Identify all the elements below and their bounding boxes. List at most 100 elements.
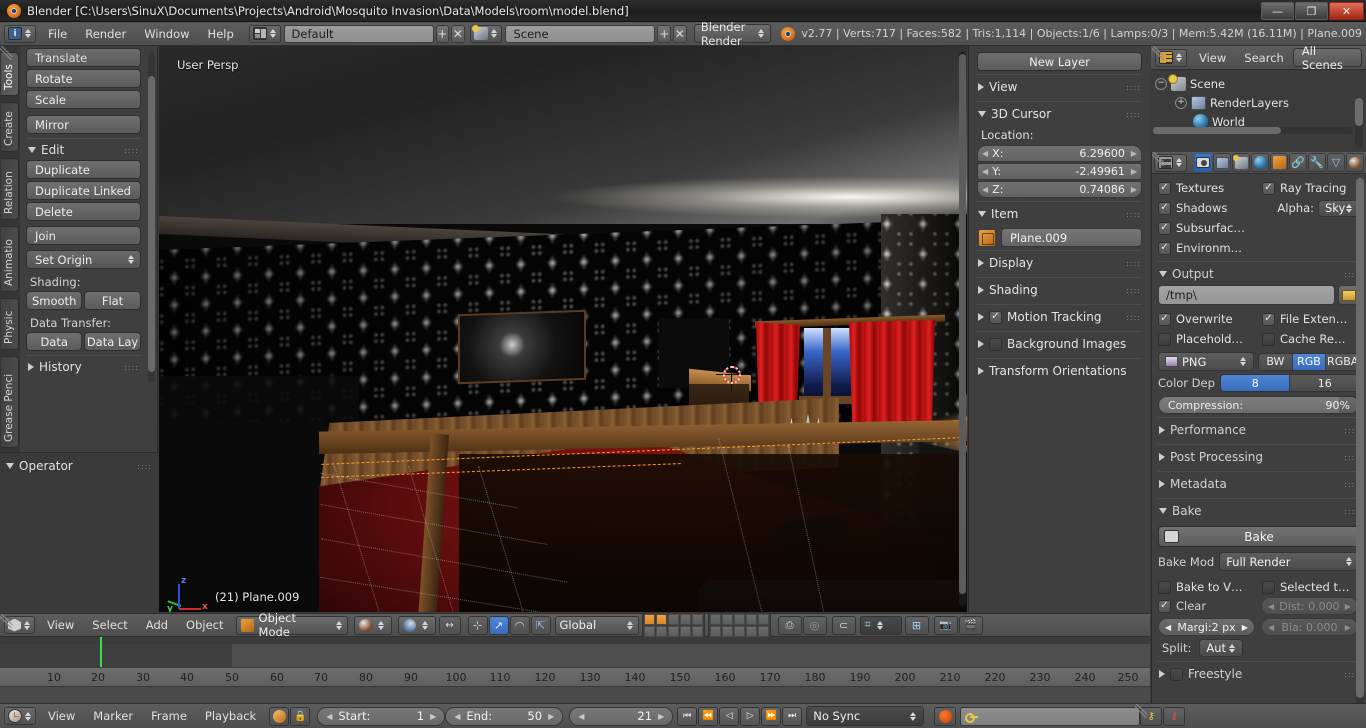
bake-margin-field[interactable]: ◀ Margi:2 px ▶	[1158, 618, 1255, 636]
cache-result-checkbox[interactable]: ✓	[1262, 332, 1275, 346]
jump-to-end-button[interactable]: ⏭	[782, 706, 803, 726]
shadows-checkbox[interactable]: ✓	[1158, 201, 1171, 215]
color-mode-rgb[interactable]: RGB	[1292, 353, 1327, 370]
tab-animation[interactable]: Animatio	[1, 226, 19, 292]
bake-to-vertex-checkbox[interactable]: ✓	[1158, 580, 1171, 594]
delete-button[interactable]: Delete	[26, 202, 141, 221]
freestyle-panel-header[interactable]: ✓ Freestyle ::::	[1158, 661, 1360, 685]
start-frame-field[interactable]: ◀ Start: 1 ▶	[317, 706, 446, 726]
proportional-falloff-button[interactable]: ◎	[802, 615, 827, 635]
minimize-button[interactable]: —	[1261, 2, 1294, 20]
opengl-render-animation-button[interactable]: 🎬	[958, 615, 983, 635]
scene-icon-button[interactable]	[470, 24, 503, 43]
3d-cursor-panel-header[interactable]: 3D Cursor ::::	[977, 101, 1142, 125]
placeholders-checkbox[interactable]: ✓	[1158, 332, 1171, 346]
tab-relation[interactable]: Relation	[1, 158, 19, 220]
next-keyframe-button[interactable]: ⏩	[761, 706, 782, 726]
new-layer-button[interactable]: New Layer	[977, 52, 1142, 71]
current-frame-field[interactable]: ◀ 21 ▶	[569, 706, 674, 726]
viewport-editor-type-selector[interactable]	[4, 616, 35, 634]
outliner-menu-search[interactable]: Search	[1235, 49, 1293, 67]
mirror-button[interactable]: Mirror	[26, 115, 141, 134]
delete-screen-layout-button[interactable]: ✕	[451, 24, 465, 43]
selected-to-active-checkbox[interactable]: ✓	[1262, 580, 1275, 594]
compression-slider[interactable]: Compression: 90%	[1158, 396, 1360, 414]
collapse-icon[interactable]: −	[1155, 77, 1167, 90]
file-extensions-checkbox[interactable]: ✓	[1262, 312, 1275, 326]
scene-layers-group-2[interactable]	[707, 611, 771, 639]
performance-panel-header[interactable]: Performance ::::	[1158, 417, 1360, 441]
viewport-menu-view[interactable]: View	[38, 616, 83, 634]
viewport-menu-object[interactable]: Object	[177, 616, 232, 634]
duplicate-button[interactable]: Duplicate	[26, 160, 141, 179]
pivot-point-dropdown[interactable]	[397, 615, 436, 635]
outliner-editor-type-selector[interactable]	[1155, 48, 1187, 67]
tab-object-data[interactable]: ▽	[1327, 153, 1345, 172]
lock-camera-button[interactable]: ⎙	[777, 615, 802, 635]
motion-tracking-checkbox[interactable]: ✓	[989, 310, 1002, 324]
join-button[interactable]: Join	[26, 226, 141, 245]
tool-shelf-scrollbar[interactable]	[148, 52, 155, 382]
tab-grease-pencil[interactable]: Grease Penci	[1, 356, 19, 448]
rotate-manipulator-button[interactable]: ◠	[509, 615, 530, 635]
viewport-shading-dropdown[interactable]	[353, 615, 392, 635]
expand-icon[interactable]: +	[1175, 96, 1187, 109]
menu-window[interactable]: Window	[135, 25, 198, 43]
output-panel-header[interactable]: Output ::::	[1158, 261, 1360, 285]
transform-orientations-panel-header[interactable]: Transform Orientations	[977, 358, 1142, 382]
manipulate-center-points-button[interactable]: ↔	[438, 615, 461, 635]
object-name-field[interactable]: Plane.009	[1001, 228, 1142, 247]
rotate-button[interactable]: Rotate	[26, 69, 141, 88]
viewport-menu-add[interactable]: Add	[137, 616, 177, 634]
snap-toggle-button[interactable]: ⊂	[831, 615, 856, 635]
split-dropdown[interactable]: Aut	[1199, 639, 1244, 657]
add-screen-layout-button[interactable]: +	[435, 24, 450, 43]
cursor-z-field[interactable]: ◀ Z: 0.74086 ▶	[977, 181, 1142, 198]
insert-keyframe-button[interactable]: ⚷	[1140, 706, 1163, 726]
timeline-menu-marker[interactable]: Marker	[84, 707, 142, 725]
cursor-y-field[interactable]: ◀ Y: -2.49961 ▶	[977, 163, 1142, 180]
timeline-menu-view[interactable]: View	[39, 707, 84, 725]
set-origin-dropdown[interactable]: Set Origin	[26, 250, 141, 269]
color-mode-rgba[interactable]: RGBA	[1326, 353, 1359, 370]
duplicate-linked-button[interactable]: Duplicate Linked	[26, 181, 141, 200]
3d-viewport[interactable]: x y z User Persp (21) Plane.009	[159, 46, 967, 612]
tab-constraints[interactable]: 🔗	[1289, 153, 1307, 172]
menu-help[interactable]: Help	[199, 25, 243, 43]
timeline-menu-playback[interactable]: Playback	[196, 707, 265, 725]
color-mode-bw[interactable]: BW	[1259, 353, 1293, 370]
menu-file[interactable]: File	[39, 25, 76, 43]
previous-keyframe-button[interactable]: ⏪	[698, 706, 719, 726]
background-images-checkbox[interactable]: ✓	[989, 337, 1002, 351]
timeline-editor-type-selector[interactable]	[4, 707, 36, 725]
subsurface-checkbox[interactable]: ✓	[1158, 221, 1171, 235]
bake-button[interactable]: Bake	[1158, 526, 1360, 547]
delete-scene-button[interactable]: ✕	[673, 24, 687, 43]
tab-physics[interactable]: Physic	[1, 298, 19, 350]
tab-modifiers[interactable]: 🔧	[1308, 153, 1326, 172]
translate-button[interactable]: Translate	[26, 48, 141, 67]
viewport-scrollbar[interactable]	[959, 52, 966, 606]
scene-field[interactable]: Scene	[505, 24, 656, 43]
play-button[interactable]: ▷	[740, 706, 761, 726]
cursor-x-field[interactable]: ◀ X: 6.29600 ▶	[977, 145, 1142, 162]
view-panel-header[interactable]: View ::::	[977, 74, 1142, 98]
opengl-render-button[interactable]: 📷	[933, 615, 958, 635]
menu-render[interactable]: Render	[76, 25, 135, 43]
clear-checkbox[interactable]: ✓	[1158, 599, 1171, 613]
display-panel-header[interactable]: Display ::::	[977, 250, 1142, 274]
snap-target-button[interactable]: ⊞	[904, 615, 929, 635]
background-images-panel-header[interactable]: ✓ Background Images	[977, 331, 1142, 355]
history-panel-header[interactable]: History ::::	[26, 355, 141, 377]
timeline-playhead[interactable]	[100, 637, 102, 667]
tab-tools[interactable]: Tools	[1, 52, 19, 96]
snap-element-dropdown[interactable]: ⌗	[859, 615, 902, 635]
outliner-horizontal-scrollbar[interactable]	[1153, 127, 1353, 134]
post-processing-panel-header[interactable]: Post Processing ::::	[1158, 444, 1360, 468]
sync-mode-dropdown[interactable]: No Sync	[806, 706, 925, 726]
properties-scrollbar[interactable]	[1356, 178, 1364, 724]
add-scene-button[interactable]: +	[657, 24, 672, 43]
translate-manipulator-button[interactable]: ↗	[488, 615, 509, 635]
jump-to-start-button[interactable]: ⏮	[677, 706, 698, 726]
outliner-display-mode[interactable]: All Scenes	[1292, 44, 1362, 72]
